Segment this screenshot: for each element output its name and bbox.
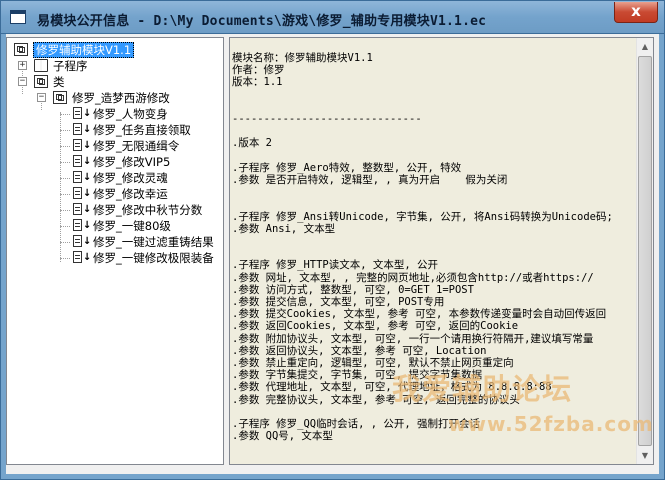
tree-node-label: 修罗_一键80级 [93, 219, 171, 233]
tree-node-label: 修罗_一键修改极限装备 [93, 251, 214, 265]
tree-node-method[interactable]: ↓ 修罗_修改幸运 [7, 186, 222, 202]
info-line: .版本 2 [232, 137, 272, 150]
method-icon: ↓ [73, 155, 91, 168]
close-button[interactable]: x [614, 2, 658, 23]
tree-node-label: 修罗_人物变身 [93, 107, 168, 121]
tree-node-label: 修罗辅助模块V1.1 [33, 42, 135, 58]
collapse-icon[interactable]: − [18, 77, 27, 86]
tree-line [60, 258, 70, 259]
method-icon: ↓ [73, 171, 91, 184]
tree-node-method[interactable]: ↓ 修罗_人物变身 [7, 106, 222, 122]
info-line [232, 235, 635, 247]
tree-node-method[interactable]: ↓ 修罗_修改中秋节分数 [7, 202, 222, 218]
module-tree-panel[interactable]: 修罗辅助模块V1.1 + 子程序 − 类 − 修罗_造梦西游修改 ↓ 修罗_人物… [6, 37, 224, 465]
watermark-title: 我爱辅助论坛 [392, 372, 573, 406]
tree-line [60, 242, 70, 243]
tree-node-label: 修罗_一键过滤重铸结果 [93, 235, 214, 249]
method-icon: ↓ [73, 123, 91, 136]
info-line: .参数 是否开启特效, 逻辑型, , 真为开启 假为关闭 [232, 174, 508, 187]
info-line [232, 198, 635, 210]
method-icon: ↓ [73, 219, 91, 232]
tree-line [60, 130, 70, 131]
info-line [232, 455, 635, 464]
tree-line [60, 162, 70, 163]
method-icon: ↓ [73, 107, 91, 120]
info-line: .子程序 修罗_Aero特效, 整数型, 公开, 特效 [232, 161, 462, 174]
tree-node-label: 修罗_无限通缉令 [93, 139, 180, 153]
info-line: .参数 返回Cookies, 文本型, 参考 可空, 返回的Cookie [232, 320, 519, 333]
info-line [232, 443, 635, 455]
book-icon [34, 59, 48, 72]
info-line: .参数 网址, 文本型, , 完整的网页地址,必须包含http://或者http… [232, 271, 594, 284]
tree-node-method[interactable]: ↓ 修罗_修改灵魂 [7, 170, 222, 186]
info-line: .参数 附加协议头, 文本型, 可空, 一行一个请用换行符隔开,建议填写常量 [232, 332, 594, 345]
scroll-up-icon[interactable]: ▲ [637, 38, 653, 55]
tree-node-classes[interactable]: − 类 [7, 74, 217, 90]
info-line [232, 150, 635, 162]
collapse-icon[interactable]: − [37, 93, 46, 102]
tree-line [60, 178, 70, 179]
watermark-url: www.52fzba.com [448, 412, 654, 436]
tree-node-label: 类 [53, 75, 65, 89]
tree-node-method[interactable]: ↓ 修罗_任务直接领取 [7, 122, 222, 138]
method-icon: ↓ [73, 251, 91, 264]
tree-node-method[interactable]: ↓ 修罗_一键过滤重铸结果 [7, 234, 222, 250]
tree-node-label: 修罗_修改幸运 [93, 187, 168, 201]
info-line: 模块名称：修罗辅助模块V1.1 [232, 52, 373, 64]
title-bar[interactable]: 易模块公开信息 - D:\My Documents\游戏\修罗_辅助专用模块V1… [0, 0, 665, 34]
method-icon: ↓ [73, 203, 91, 216]
info-line: ------------------------------ [232, 113, 422, 126]
tree-line [60, 114, 70, 115]
info-line: .参数 访问方式, 整数型, 可空, 0=GET 1=POST [232, 283, 474, 296]
info-line [232, 125, 635, 137]
tree-node-label: 修罗_修改中秋节分数 [93, 203, 203, 217]
tree-node-method[interactable]: ↓ 修罗_一键80级 [7, 218, 222, 234]
tree-node-method[interactable]: ↓ 修罗_无限通缉令 [7, 138, 222, 154]
info-line: .参数 提交信息, 文本型, 可空, POST专用 [232, 296, 445, 309]
method-icon: ↓ [73, 187, 91, 200]
tree-line [60, 146, 70, 147]
info-line: 作者：修罗 [232, 64, 285, 77]
info-line: .子程序 修罗_HTTP读文本, 文本型, 公开 [232, 259, 439, 272]
info-line [232, 186, 635, 198]
tree-node-label: 修罗_造梦西游修改 [72, 91, 170, 105]
tree-node-label: 子程序 [53, 59, 88, 73]
tree-node-method[interactable]: ↓ 修罗_修改VIP5 [7, 154, 222, 170]
tree-line [60, 210, 70, 211]
tree-line [60, 194, 70, 195]
info-line: .参数 返回协议头, 文本型, 参考 可空, Location [232, 344, 487, 357]
tree-node-label: 修罗_任务直接领取 [93, 123, 191, 137]
class-group-icon [34, 75, 48, 88]
tree-line [60, 226, 70, 227]
tree-node-label: 修罗_修改VIP5 [93, 155, 171, 169]
watermark: 我爱辅助论坛 www.52fzba.com [392, 366, 654, 436]
tree-node-label: 修罗_修改灵魂 [93, 171, 168, 185]
info-line: .子程序 修罗_Ansi转Unicode, 字节集, 公开, 将Ansi码转换为… [232, 210, 613, 223]
info-line: 版本：1.1 [232, 76, 283, 89]
tree-node-class[interactable]: − 修罗_造梦西游修改 [7, 90, 222, 106]
method-icon: ↓ [73, 235, 91, 248]
window-title: 易模块公开信息 - D:\My Documents\游戏\修罗_辅助专用模块V1… [37, 14, 487, 29]
scroll-down-icon[interactable]: ▼ [637, 447, 653, 464]
tree-node-root[interactable]: 修罗辅助模块V1.1 [13, 42, 223, 58]
method-icon: ↓ [73, 139, 91, 152]
expand-icon[interactable]: + [18, 61, 27, 70]
info-line: .参数 Ansi, 文本型 [232, 222, 336, 235]
info-line: .参数 提交Cookies, 文本型, 参考 可空, 本参数传递变量时会自动回传… [232, 308, 607, 321]
info-line [232, 247, 635, 259]
tree-node-method[interactable]: ↓ 修罗_一键修改极限装备 [7, 250, 222, 266]
tree-node-subprograms[interactable]: + 子程序 [7, 58, 217, 74]
info-line [232, 101, 635, 113]
class-icon [53, 91, 67, 104]
module-icon [14, 43, 28, 56]
info-line [232, 89, 635, 101]
window-icon [10, 10, 26, 24]
